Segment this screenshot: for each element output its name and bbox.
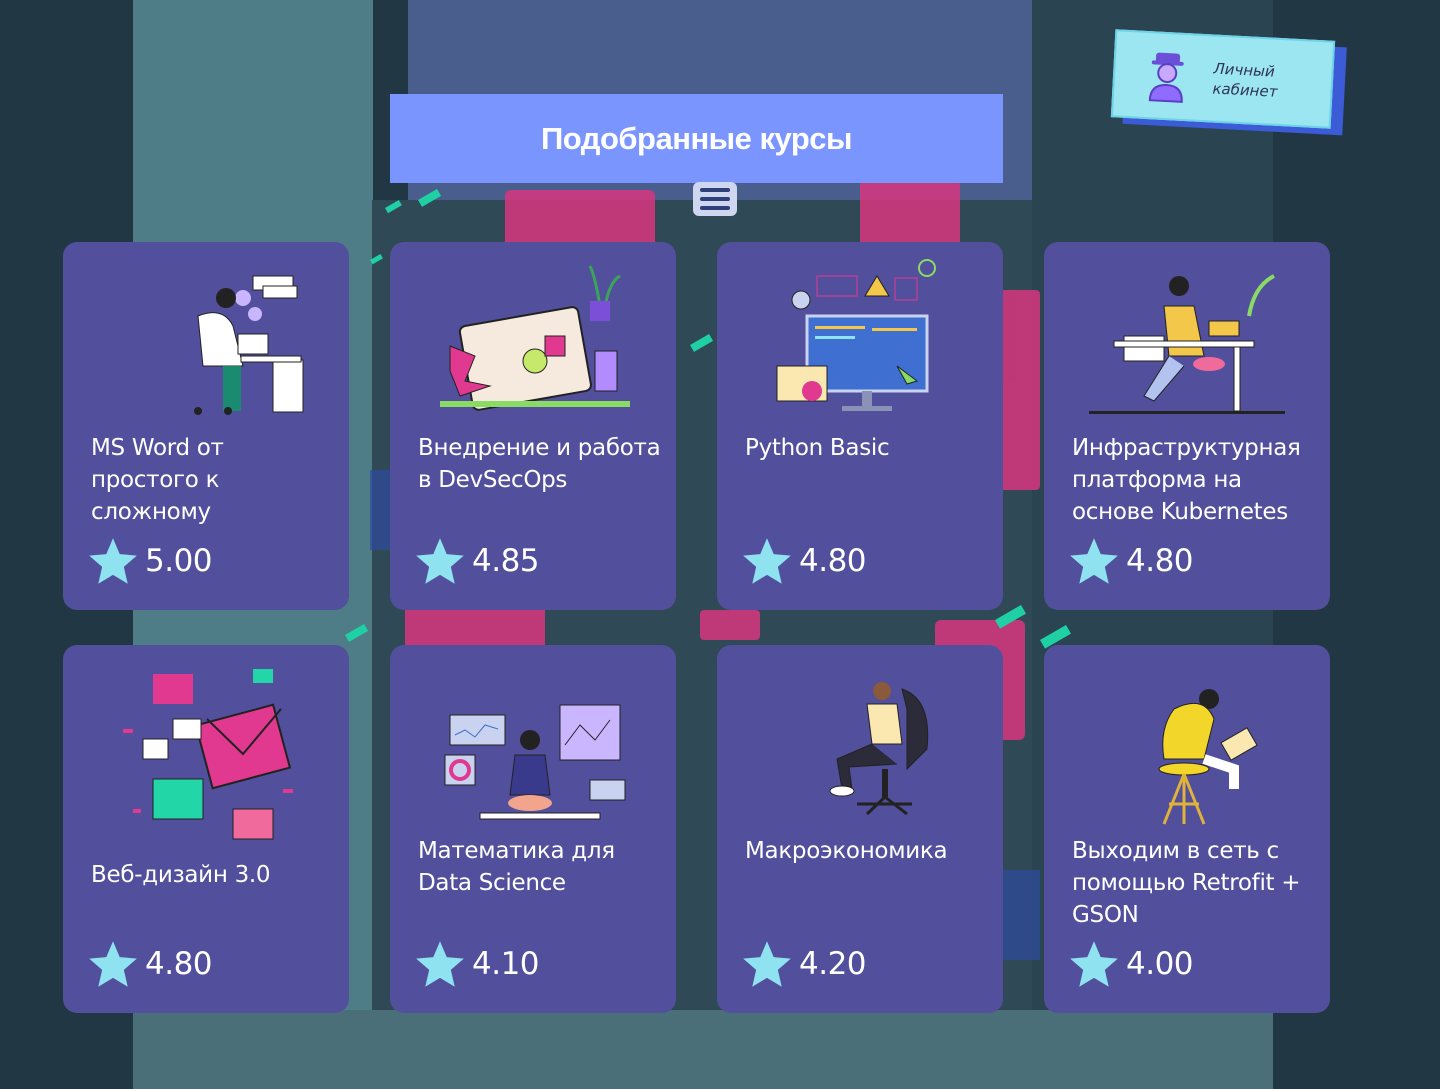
- course-card[interactable]: Макроэкономика 4.20: [717, 645, 1003, 1013]
- envelopes-illustration: [123, 669, 293, 840]
- code-monitor-illustration: [776, 259, 936, 411]
- personal-cabinet-button[interactable]: Личный кабинет: [1110, 29, 1336, 129]
- course-rating: 4.85: [414, 534, 540, 588]
- course-rating: 4.20: [741, 937, 867, 991]
- course-card[interactable]: Выходим в сеть с помощью Retrofit + GSON…: [1044, 645, 1330, 1013]
- course-card[interactable]: Внедрение и работа в DevSecOps 4.85: [390, 242, 676, 610]
- laptop-stickers-illustration: [440, 265, 630, 411]
- personal-cabinet-label: Личный кабинет: [1212, 59, 1278, 101]
- course-card[interactable]: MS Word от простого к сложному 5.00: [63, 242, 349, 610]
- course-rating: 4.80: [87, 937, 213, 991]
- course-title: Инфраструктурная платформа на основе Kub…: [1072, 435, 1301, 525]
- star-icon: [416, 538, 464, 584]
- course-title: Выходим в сеть с помощью Retrofit + GSON: [1072, 838, 1301, 928]
- person-on-stool-illustration: [1158, 689, 1258, 825]
- person-in-chair-illustration: [829, 682, 929, 816]
- star-icon: [1070, 538, 1118, 584]
- course-title: Математика для Data Science: [418, 838, 615, 896]
- course-rating: 4.80: [741, 534, 867, 588]
- rating-value: 4.85: [472, 543, 540, 579]
- course-card[interactable]: Python Basic 4.80: [717, 242, 1003, 610]
- course-rating: 4.80: [1068, 534, 1194, 588]
- course-rating: 5.00: [87, 534, 213, 588]
- course-title: Веб-дизайн 3.0: [91, 862, 271, 888]
- star-icon: [743, 538, 791, 584]
- page-title: Подобранные курсы: [540, 120, 853, 156]
- course-card[interactable]: Веб-дизайн 3.0 4.80: [63, 645, 349, 1013]
- course-card[interactable]: Математика для Data Science 4.10: [390, 645, 676, 1013]
- hamburger-menu-icon[interactable]: [693, 182, 737, 216]
- star-icon: [416, 941, 464, 987]
- course-title: Макроэкономика: [745, 838, 948, 864]
- rating-value: 5.00: [145, 543, 213, 579]
- star-icon: [1070, 941, 1118, 987]
- person-at-desk-illustration: [194, 275, 304, 415]
- analytics-dashboard-illustration: [444, 704, 626, 820]
- rating-value: 4.10: [472, 946, 540, 982]
- page-title-bar: Подобранные курсы: [390, 94, 1003, 183]
- rating-value: 4.00: [1126, 946, 1194, 982]
- user-avatar-icon: [1148, 52, 1184, 103]
- rating-value: 4.80: [145, 946, 213, 982]
- star-icon: [89, 538, 137, 584]
- rating-value: 4.80: [799, 543, 867, 579]
- course-title: Python Basic: [745, 435, 890, 461]
- rating-value: 4.20: [799, 946, 867, 982]
- course-rating: 4.10: [414, 937, 540, 991]
- course-title: Внедрение и работа в DevSecOps: [418, 435, 661, 493]
- star-icon: [743, 941, 791, 987]
- course-card[interactable]: Инфраструктурная платформа на основе Kub…: [1044, 242, 1330, 610]
- course-rating: 4.00: [1068, 937, 1194, 991]
- woman-at-desk-illustration: [1089, 274, 1285, 414]
- star-icon: [89, 941, 137, 987]
- rating-value: 4.80: [1126, 543, 1194, 579]
- course-title: MS Word от простого к сложному: [91, 435, 224, 525]
